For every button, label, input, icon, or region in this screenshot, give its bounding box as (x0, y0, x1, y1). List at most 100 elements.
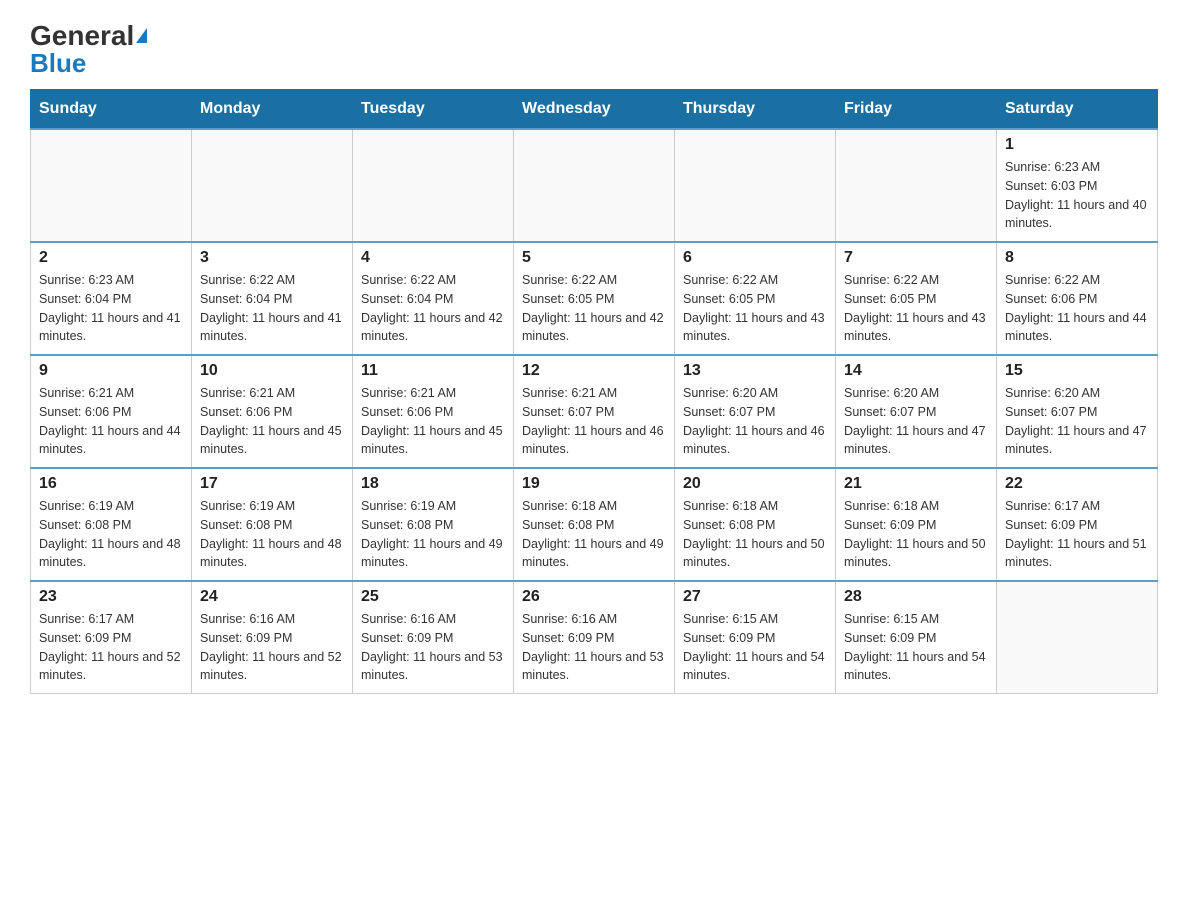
calendar-day-header: Wednesday (514, 90, 675, 130)
day-info: Sunrise: 6:19 AMSunset: 6:08 PMDaylight:… (200, 497, 344, 572)
day-number: 11 (361, 362, 505, 380)
calendar-day-cell: 25 Sunrise: 6:16 AMSunset: 6:09 PMDayligh… (353, 581, 514, 694)
calendar-day-cell: 16 Sunrise: 6:19 AMSunset: 6:08 PMDayligh… (31, 468, 192, 581)
day-number: 2 (39, 249, 183, 267)
calendar-day-cell: 1 Sunrise: 6:23 AMSunset: 6:03 PMDaylight… (997, 129, 1158, 242)
day-number: 16 (39, 475, 183, 493)
calendar-day-cell: 22Sunrise: 6:17 AMSunset: 6:09 PMDayligh… (997, 468, 1158, 581)
calendar-day-cell (192, 129, 353, 242)
calendar-day-cell: 4 Sunrise: 6:22 AMSunset: 6:04 PMDaylight… (353, 242, 514, 355)
calendar-header-row: SundayMondayTuesdayWednesdayThursdayFrid… (31, 90, 1158, 130)
calendar-table: SundayMondayTuesdayWednesdayThursdayFrid… (30, 89, 1158, 694)
day-info: Sunrise: 6:22 AMSunset: 6:04 PMDaylight:… (200, 271, 344, 346)
day-info: Sunrise: 6:16 AMSunset: 6:09 PMDaylight:… (361, 610, 505, 685)
day-number: 18 (361, 475, 505, 493)
calendar-day-cell: 21 Sunrise: 6:18 AMSunset: 6:09 PMDayligh… (836, 468, 997, 581)
day-info: Sunrise: 6:21 AMSunset: 6:07 PMDaylight:… (522, 384, 666, 459)
day-number: 10 (200, 362, 344, 380)
calendar-day-header: Monday (192, 90, 353, 130)
calendar-week-row: 2 Sunrise: 6:23 AMSunset: 6:04 PMDaylight… (31, 242, 1158, 355)
calendar-day-cell: 14 Sunrise: 6:20 AMSunset: 6:07 PMDayligh… (836, 355, 997, 468)
day-info: Sunrise: 6:17 AMSunset: 6:09 PMDaylight:… (1005, 497, 1149, 572)
logo-triangle-icon (136, 28, 147, 43)
calendar-day-cell (675, 129, 836, 242)
day-number: 13 (683, 362, 827, 380)
day-number: 9 (39, 362, 183, 380)
calendar-day-cell: 5Sunrise: 6:22 AMSunset: 6:05 PMDaylight… (514, 242, 675, 355)
calendar-day-cell (31, 129, 192, 242)
day-number: 6 (683, 249, 827, 267)
day-number: 3 (200, 249, 344, 267)
calendar-day-cell: 17 Sunrise: 6:19 AMSunset: 6:08 PMDayligh… (192, 468, 353, 581)
day-number: 4 (361, 249, 505, 267)
day-number: 17 (200, 475, 344, 493)
calendar-day-cell: 2 Sunrise: 6:23 AMSunset: 6:04 PMDaylight… (31, 242, 192, 355)
calendar-day-cell: 6 Sunrise: 6:22 AMSunset: 6:05 PMDaylight… (675, 242, 836, 355)
calendar-week-row: 9 Sunrise: 6:21 AMSunset: 6:06 PMDaylight… (31, 355, 1158, 468)
day-info: Sunrise: 6:16 AMSunset: 6:09 PMDaylight:… (522, 610, 666, 685)
day-number: 20 (683, 475, 827, 493)
day-number: 19 (522, 475, 666, 493)
day-info: Sunrise: 6:19 AMSunset: 6:08 PMDaylight:… (39, 497, 183, 572)
calendar-day-cell: 26Sunrise: 6:16 AMSunset: 6:09 PMDayligh… (514, 581, 675, 694)
calendar-week-row: 23 Sunrise: 6:17 AMSunset: 6:09 PMDayligh… (31, 581, 1158, 694)
day-info: Sunrise: 6:23 AMSunset: 6:03 PMDaylight:… (1005, 158, 1149, 233)
day-number: 25 (361, 588, 505, 606)
day-info: Sunrise: 6:17 AMSunset: 6:09 PMDaylight:… (39, 610, 183, 685)
calendar-week-row: 16 Sunrise: 6:19 AMSunset: 6:08 PMDayligh… (31, 468, 1158, 581)
calendar-day-cell: 28 Sunrise: 6:15 AMSunset: 6:09 PMDayligh… (836, 581, 997, 694)
day-info: Sunrise: 6:21 AMSunset: 6:06 PMDaylight:… (361, 384, 505, 459)
calendar-day-cell: 23 Sunrise: 6:17 AMSunset: 6:09 PMDayligh… (31, 581, 192, 694)
day-info: Sunrise: 6:22 AMSunset: 6:05 PMDaylight:… (522, 271, 666, 346)
calendar-day-cell (514, 129, 675, 242)
calendar-day-cell: 8 Sunrise: 6:22 AMSunset: 6:06 PMDaylight… (997, 242, 1158, 355)
day-number: 8 (1005, 249, 1149, 267)
calendar-day-cell: 10 Sunrise: 6:21 AMSunset: 6:06 PMDayligh… (192, 355, 353, 468)
day-number: 14 (844, 362, 988, 380)
day-info: Sunrise: 6:22 AMSunset: 6:04 PMDaylight:… (361, 271, 505, 346)
calendar-day-cell (997, 581, 1158, 694)
calendar-day-header: Sunday (31, 90, 192, 130)
day-info: Sunrise: 6:21 AMSunset: 6:06 PMDaylight:… (39, 384, 183, 459)
calendar-day-cell: 12 Sunrise: 6:21 AMSunset: 6:07 PMDayligh… (514, 355, 675, 468)
day-number: 24 (200, 588, 344, 606)
calendar-day-cell: 15 Sunrise: 6:20 AMSunset: 6:07 PMDayligh… (997, 355, 1158, 468)
calendar-day-cell: 9 Sunrise: 6:21 AMSunset: 6:06 PMDaylight… (31, 355, 192, 468)
calendar-week-row: 1 Sunrise: 6:23 AMSunset: 6:03 PMDaylight… (31, 129, 1158, 242)
day-number: 23 (39, 588, 183, 606)
calendar-day-cell: 20Sunrise: 6:18 AMSunset: 6:08 PMDayligh… (675, 468, 836, 581)
day-number: 28 (844, 588, 988, 606)
day-info: Sunrise: 6:23 AMSunset: 6:04 PMDaylight:… (39, 271, 183, 346)
day-info: Sunrise: 6:22 AMSunset: 6:06 PMDaylight:… (1005, 271, 1149, 346)
calendar-day-cell: 13 Sunrise: 6:20 AMSunset: 6:07 PMDayligh… (675, 355, 836, 468)
calendar-day-cell: 27Sunrise: 6:15 AMSunset: 6:09 PMDayligh… (675, 581, 836, 694)
day-info: Sunrise: 6:21 AMSunset: 6:06 PMDaylight:… (200, 384, 344, 459)
day-number: 21 (844, 475, 988, 493)
calendar-day-header: Tuesday (353, 90, 514, 130)
day-info: Sunrise: 6:19 AMSunset: 6:08 PMDaylight:… (361, 497, 505, 572)
calendar-day-cell: 11 Sunrise: 6:21 AMSunset: 6:06 PMDayligh… (353, 355, 514, 468)
calendar-day-cell (353, 129, 514, 242)
day-info: Sunrise: 6:22 AMSunset: 6:05 PMDaylight:… (683, 271, 827, 346)
calendar-day-cell: 7 Sunrise: 6:22 AMSunset: 6:05 PMDaylight… (836, 242, 997, 355)
day-info: Sunrise: 6:15 AMSunset: 6:09 PMDaylight:… (844, 610, 988, 685)
day-info: Sunrise: 6:22 AMSunset: 6:05 PMDaylight:… (844, 271, 988, 346)
day-number: 7 (844, 249, 988, 267)
day-number: 1 (1005, 136, 1149, 154)
day-number: 15 (1005, 362, 1149, 380)
day-info: Sunrise: 6:16 AMSunset: 6:09 PMDaylight:… (200, 610, 344, 685)
day-info: Sunrise: 6:18 AMSunset: 6:09 PMDaylight:… (844, 497, 988, 572)
logo: General Blue (30, 20, 147, 79)
page-header: General Blue (30, 20, 1158, 79)
calendar-day-header: Thursday (675, 90, 836, 130)
day-info: Sunrise: 6:20 AMSunset: 6:07 PMDaylight:… (844, 384, 988, 459)
day-info: Sunrise: 6:20 AMSunset: 6:07 PMDaylight:… (1005, 384, 1149, 459)
day-info: Sunrise: 6:20 AMSunset: 6:07 PMDaylight:… (683, 384, 827, 459)
calendar-day-cell: 19 Sunrise: 6:18 AMSunset: 6:08 PMDayligh… (514, 468, 675, 581)
calendar-day-header: Friday (836, 90, 997, 130)
calendar-day-cell: 3 Sunrise: 6:22 AMSunset: 6:04 PMDaylight… (192, 242, 353, 355)
day-info: Sunrise: 6:18 AMSunset: 6:08 PMDaylight:… (522, 497, 666, 572)
day-number: 12 (522, 362, 666, 380)
day-info: Sunrise: 6:15 AMSunset: 6:09 PMDaylight:… (683, 610, 827, 685)
calendar-day-cell: 18 Sunrise: 6:19 AMSunset: 6:08 PMDayligh… (353, 468, 514, 581)
